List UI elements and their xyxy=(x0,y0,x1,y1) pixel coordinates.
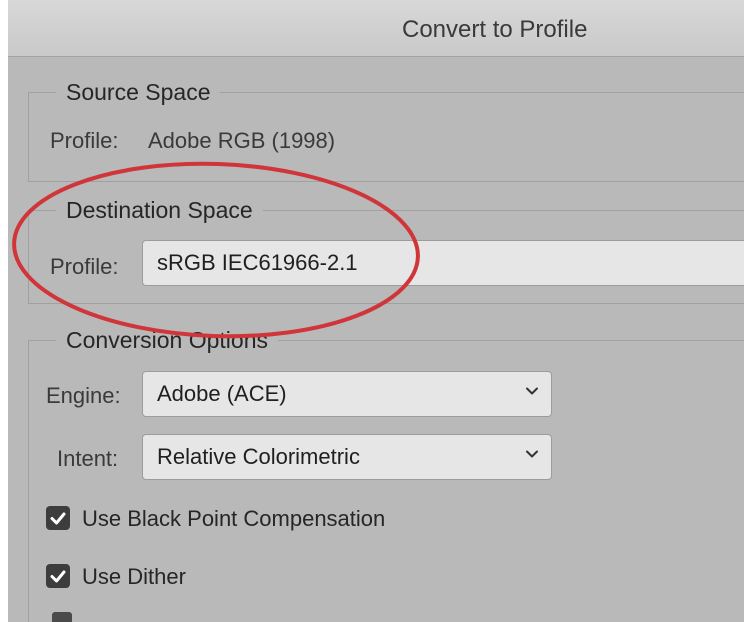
engine-select[interactable]: Adobe (ACE) xyxy=(142,371,552,417)
convert-to-profile-dialog: Convert to Profile Source Space Profile:… xyxy=(8,0,744,622)
engine-value: Adobe (ACE) xyxy=(157,381,287,406)
intent-select[interactable]: Relative Colorimetric xyxy=(142,434,552,480)
destination-profile-value: sRGB IEC61966-2.1 xyxy=(157,250,358,275)
source-profile-value: Adobe RGB (1998) xyxy=(148,128,336,153)
use-dither-label[interactable]: Use Dither xyxy=(82,564,186,590)
checkmark-icon xyxy=(50,512,66,525)
conversion-options-legend: Conversion Options xyxy=(56,327,278,354)
intent-value: Relative Colorimetric xyxy=(157,444,360,469)
black-point-compensation-checkbox[interactable] xyxy=(46,506,70,530)
dialog-title: Convert to Profile xyxy=(402,16,588,43)
source-profile-label: Profile: xyxy=(50,128,119,153)
chevron-down-icon xyxy=(526,450,538,458)
black-point-compensation-label[interactable]: Use Black Point Compensation xyxy=(82,506,385,532)
checkmark-icon xyxy=(50,570,66,583)
chevron-down-icon xyxy=(526,387,538,395)
intent-label: Intent: xyxy=(57,446,119,471)
engine-label: Engine: xyxy=(46,383,121,408)
destination-profile-select[interactable]: sRGB IEC61966-2.1 xyxy=(142,240,744,286)
dialog-titlebar[interactable]: Convert to Profile xyxy=(8,0,744,57)
use-dither-checkbox[interactable] xyxy=(46,564,70,588)
destination-space-legend: Destination Space xyxy=(56,197,263,224)
source-space-legend: Source Space xyxy=(56,79,221,106)
partially-visible-checkbox[interactable] xyxy=(52,612,72,622)
destination-profile-label: Profile: xyxy=(50,254,119,279)
